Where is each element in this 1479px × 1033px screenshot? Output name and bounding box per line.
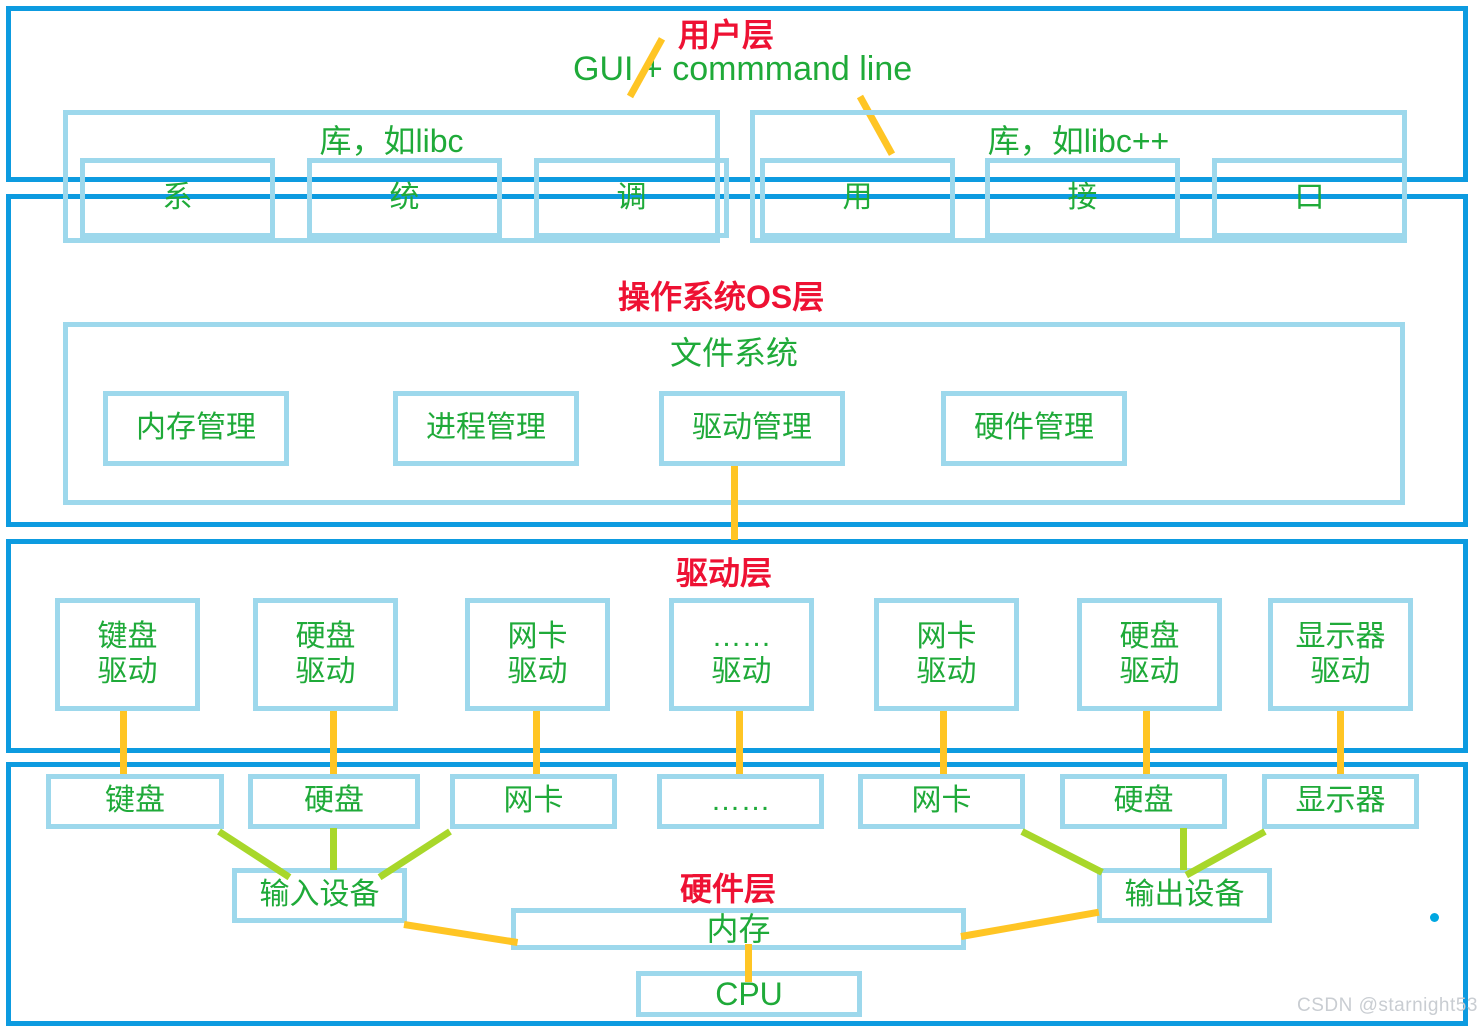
connector-memory-to-cpu [745, 944, 752, 982]
syscall-box-6[interactable]: 口 [1212, 158, 1407, 238]
connector-driver-monitor [1337, 711, 1344, 777]
connector-driver-disk-right [1143, 711, 1150, 777]
os-module-memory-label: 内存管理 [136, 411, 256, 445]
driver-box-nic-left[interactable]: 网卡 驱动 [465, 598, 610, 711]
library-box-libc-label: 库，如libc [319, 123, 464, 159]
connector-disk-to-input [330, 828, 337, 870]
hw-box-monitor[interactable]: 显示器 [1262, 774, 1419, 829]
driver-layer-title: 驱动层 [676, 555, 773, 591]
connector-driver-keyboard [120, 711, 127, 777]
syscall-box-1-label: 系 [162, 180, 193, 214]
os-module-hardware-label: 硬件管理 [974, 411, 1094, 445]
syscall-box-4-label: 用 [842, 180, 873, 214]
hw-box-disk-left[interactable]: 硬盘 [248, 774, 420, 829]
driver-box-disk-left-label: 硬盘 驱动 [295, 620, 356, 688]
syscall-box-4[interactable]: 用 [760, 158, 955, 238]
hw-box-ellipsis[interactable]: …… [657, 774, 824, 829]
syscall-box-5-label: 接 [1067, 180, 1098, 214]
watermark-text: CSDN @starnight531 [1297, 995, 1479, 1016]
syscall-box-6-label: 口 [1294, 180, 1325, 214]
driver-box-disk-right-label: 硬盘 驱动 [1119, 620, 1180, 688]
filesystem-box-label: 文件系统 [669, 335, 798, 371]
syscall-box-3[interactable]: 调 [534, 158, 729, 238]
syscall-box-5[interactable]: 接 [985, 158, 1180, 238]
syscall-box-1[interactable]: 系 [80, 158, 275, 238]
driver-box-ellipsis-label: …… 驱动 [711, 620, 772, 688]
os-module-process-label: 进程管理 [426, 411, 546, 445]
hw-box-disk-left-label: 硬盘 [304, 784, 364, 818]
driver-box-keyboard[interactable]: 键盘 驱动 [55, 598, 200, 711]
driver-box-monitor-label: 显示器 驱动 [1295, 620, 1386, 688]
driver-box-disk-right[interactable]: 硬盘 驱动 [1077, 598, 1222, 711]
memory-box[interactable]: 内存 [511, 908, 966, 950]
driver-box-monitor[interactable]: 显示器 驱动 [1268, 598, 1413, 711]
hw-box-disk-right[interactable]: 硬盘 [1060, 774, 1227, 829]
syscall-box-2-label: 统 [389, 180, 420, 214]
hw-box-disk-right-label: 硬盘 [1113, 784, 1174, 818]
syscall-box-3-label: 调 [616, 180, 647, 214]
driver-box-ellipsis[interactable]: …… 驱动 [669, 598, 814, 711]
output-device-box[interactable]: 输出设备 [1097, 868, 1272, 923]
decorative-dot [1430, 913, 1439, 922]
output-device-box-label: 输出设备 [1124, 878, 1245, 912]
os-module-driver-label: 驱动管理 [692, 411, 812, 445]
syscall-box-2[interactable]: 统 [307, 158, 502, 238]
library-box-libcpp-label: 库，如libc++ [987, 123, 1170, 159]
user-layer-subtitle: GUI + commmand line [573, 50, 913, 88]
os-module-process[interactable]: 进程管理 [393, 391, 579, 466]
hw-box-nic-left-label: 网卡 [503, 784, 564, 818]
connector-disk-right-to-output [1180, 828, 1187, 870]
os-module-memory[interactable]: 内存管理 [103, 391, 289, 466]
connector-driver-nic-left [533, 711, 540, 777]
hw-box-nic-right-label: 网卡 [911, 784, 972, 818]
driver-box-nic-left-label: 网卡 驱动 [507, 620, 568, 688]
hardware-layer-title: 硬件层 [680, 871, 777, 907]
connector-driver-disk-left [330, 711, 337, 777]
hw-box-nic-left[interactable]: 网卡 [450, 774, 617, 829]
hw-box-ellipsis-label: …… [710, 784, 771, 818]
hw-box-keyboard-label: 键盘 [105, 784, 165, 818]
hw-box-nic-right[interactable]: 网卡 [858, 774, 1025, 829]
hw-box-keyboard[interactable]: 键盘 [46, 774, 224, 829]
driver-box-nic-right[interactable]: 网卡 驱动 [874, 598, 1019, 711]
os-module-hardware[interactable]: 硬件管理 [941, 391, 1127, 466]
os-module-driver[interactable]: 驱动管理 [659, 391, 845, 466]
diagram-canvas: 用户层 GUI + commmand line 库，如libc 库，如libc+… [0, 0, 1479, 1033]
connector-driver-nic-right [940, 711, 947, 777]
driver-box-nic-right-label: 网卡 驱动 [916, 620, 977, 688]
driver-box-disk-left[interactable]: 硬盘 驱动 [253, 598, 398, 711]
driver-box-keyboard-label: 键盘 驱动 [97, 620, 158, 688]
input-device-box-label: 输入设备 [259, 878, 380, 912]
hw-box-monitor-label: 显示器 [1295, 784, 1386, 818]
connector-driver-ellipsis [736, 711, 743, 777]
memory-box-label: 内存 [706, 910, 771, 947]
connector-os-to-driver [731, 466, 738, 540]
os-layer-title: 操作系统OS层 [618, 279, 825, 315]
